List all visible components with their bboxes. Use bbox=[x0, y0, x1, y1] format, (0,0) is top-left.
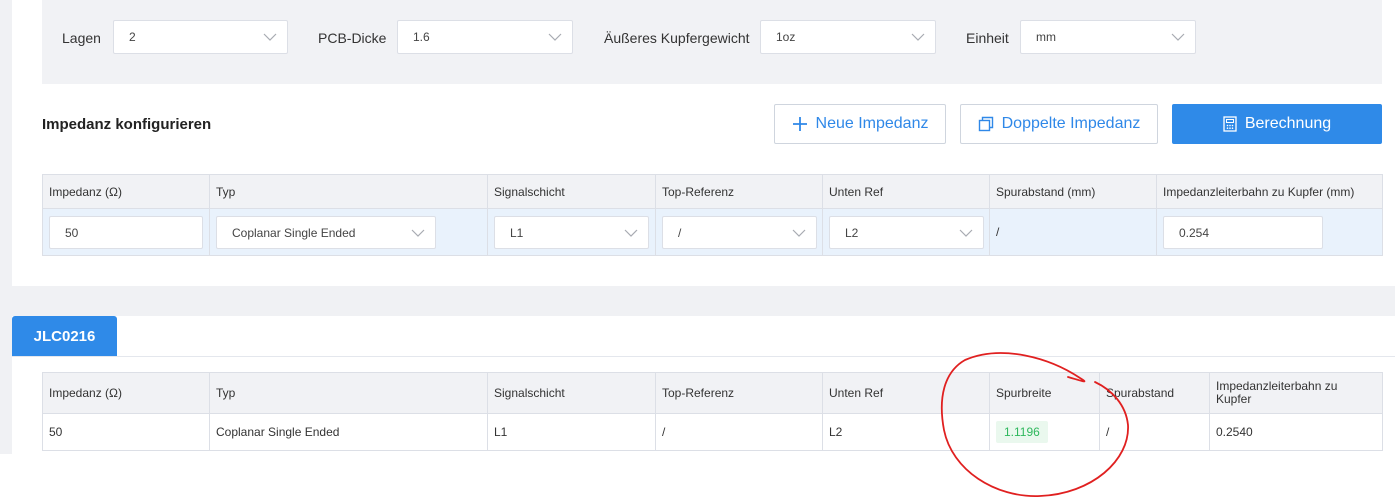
chevron-down-icon bbox=[959, 229, 973, 237]
layers-value: 2 bbox=[129, 30, 136, 44]
table-cell: / bbox=[655, 413, 823, 451]
table-header-row: Impedanz (Ω) Typ Signalschicht Top-Refer… bbox=[42, 372, 1383, 414]
unit-label: Einheit bbox=[966, 30, 1009, 46]
duplicate-impedance-label: Doppelte Impedanz bbox=[1001, 115, 1141, 132]
bottom-ref-select[interactable]: L2 bbox=[829, 216, 984, 249]
thickness-select[interactable]: 1.6 bbox=[397, 20, 573, 54]
unit-select[interactable]: mm bbox=[1020, 20, 1196, 54]
spacing-cell: / bbox=[989, 208, 1157, 256]
column-header: Typ bbox=[209, 372, 488, 414]
column-header: Impedanz (Ω) bbox=[42, 174, 210, 209]
column-header: Impedanzleiterbahn zu Kupfer (mm) bbox=[1156, 174, 1383, 209]
chevron-down-icon bbox=[792, 229, 806, 237]
copper-value: 1oz bbox=[776, 30, 796, 44]
to-copper-input[interactable]: 0.254 bbox=[1163, 216, 1323, 249]
column-header: Unten Ref bbox=[822, 174, 990, 209]
chevron-down-icon bbox=[624, 229, 638, 237]
chevron-down-icon bbox=[263, 33, 277, 41]
calculate-button[interactable]: Berechnung bbox=[1172, 104, 1382, 144]
table-cell: / bbox=[1099, 413, 1210, 451]
chevron-down-icon bbox=[548, 33, 562, 41]
new-impedance-label: Neue Impedanz bbox=[815, 115, 929, 132]
impedance-result-table: Impedanz (Ω) Typ Signalschicht Top-Refer… bbox=[42, 372, 1383, 451]
column-header: Typ bbox=[209, 174, 488, 209]
duplicate-impedance-button[interactable]: Doppelte Impedanz bbox=[960, 104, 1158, 144]
type-select[interactable]: Coplanar Single Ended bbox=[216, 216, 436, 249]
column-header: Spurabstand (mm) bbox=[989, 174, 1157, 209]
column-header: Unten Ref bbox=[822, 372, 990, 414]
table-cell: 50 bbox=[42, 413, 210, 451]
type-value: Coplanar Single Ended bbox=[232, 225, 356, 240]
chevron-down-icon bbox=[911, 33, 925, 41]
trace-width-value: 1.1196 bbox=[996, 421, 1048, 443]
thickness-label: PCB-Dicke bbox=[318, 30, 387, 46]
layers-label: Lagen bbox=[62, 30, 101, 46]
table-cell: 0.2540 bbox=[1209, 413, 1383, 451]
column-header: Spurabstand bbox=[1099, 372, 1210, 414]
signal-layer-cell: L1 bbox=[487, 208, 656, 256]
column-header: Spurbreite bbox=[989, 372, 1100, 414]
copper-label: Äußeres Kupfergewicht bbox=[604, 30, 750, 46]
to-copper-input-value: 0.254 bbox=[1179, 225, 1210, 240]
table-row: 50 Coplanar Single Ended L1 / L2 1.1196 … bbox=[42, 413, 1383, 451]
page: Lagen 2 PCB-Dicke 1.6 Äußeres Kupfergewi… bbox=[0, 0, 1395, 500]
result-tab[interactable]: JLC0216 bbox=[12, 316, 117, 356]
top-ref-value: / bbox=[678, 225, 682, 240]
bottom-ref-value: L2 bbox=[845, 225, 859, 240]
column-header: Impedanz (Ω) bbox=[42, 372, 210, 414]
signal-layer-value: L1 bbox=[510, 225, 524, 240]
calculate-label: Berechnung bbox=[1244, 115, 1332, 132]
top-ref-cell: / bbox=[655, 208, 823, 256]
column-header: Impedanzleiterbahn zu Kupfer bbox=[1209, 372, 1383, 414]
column-header: Top-Referenz bbox=[655, 174, 823, 209]
bottom-ref-cell: L2 bbox=[822, 208, 990, 256]
new-impedance-button[interactable]: Neue Impedanz bbox=[774, 104, 946, 144]
type-cell: Coplanar Single Ended bbox=[209, 208, 488, 256]
plus-icon bbox=[792, 117, 807, 131]
table-cell: 1.1196 bbox=[989, 413, 1100, 451]
impedance-cell: 50 bbox=[42, 208, 210, 256]
top-ref-select[interactable]: / bbox=[662, 216, 817, 249]
section-title: Impedanz konfigurieren bbox=[42, 116, 212, 133]
column-header: Top-Referenz bbox=[655, 372, 823, 414]
column-header: Signalschicht bbox=[487, 174, 656, 209]
table-cell: L2 bbox=[822, 413, 990, 451]
impedance-input-value: 50 bbox=[65, 225, 79, 240]
table-cell: Coplanar Single Ended bbox=[209, 413, 488, 451]
page-bottom-area bbox=[0, 454, 1395, 500]
table-cell: L1 bbox=[487, 413, 656, 451]
calculator-icon bbox=[1223, 116, 1237, 132]
copy-icon bbox=[978, 116, 993, 132]
to-copper-cell: 0.254 bbox=[1156, 208, 1383, 256]
chevron-down-icon bbox=[1171, 33, 1185, 41]
impedance-input[interactable]: 50 bbox=[49, 216, 203, 249]
table-row: 50 Coplanar Single Ended L1 / L2 / 0.254 bbox=[42, 208, 1383, 256]
table-header-row: Impedanz (Ω) Typ Signalschicht Top-Refer… bbox=[42, 174, 1383, 209]
copper-select[interactable]: 1oz bbox=[760, 20, 936, 54]
impedance-config-table: Impedanz (Ω) Typ Signalschicht Top-Refer… bbox=[42, 174, 1383, 256]
tab-divider bbox=[12, 356, 1395, 357]
layers-select[interactable]: 2 bbox=[113, 20, 288, 54]
column-header: Signalschicht bbox=[487, 372, 656, 414]
chevron-down-icon bbox=[411, 229, 425, 237]
signal-layer-select[interactable]: L1 bbox=[494, 216, 649, 249]
thickness-value: 1.6 bbox=[413, 30, 430, 44]
unit-value: mm bbox=[1036, 30, 1056, 44]
